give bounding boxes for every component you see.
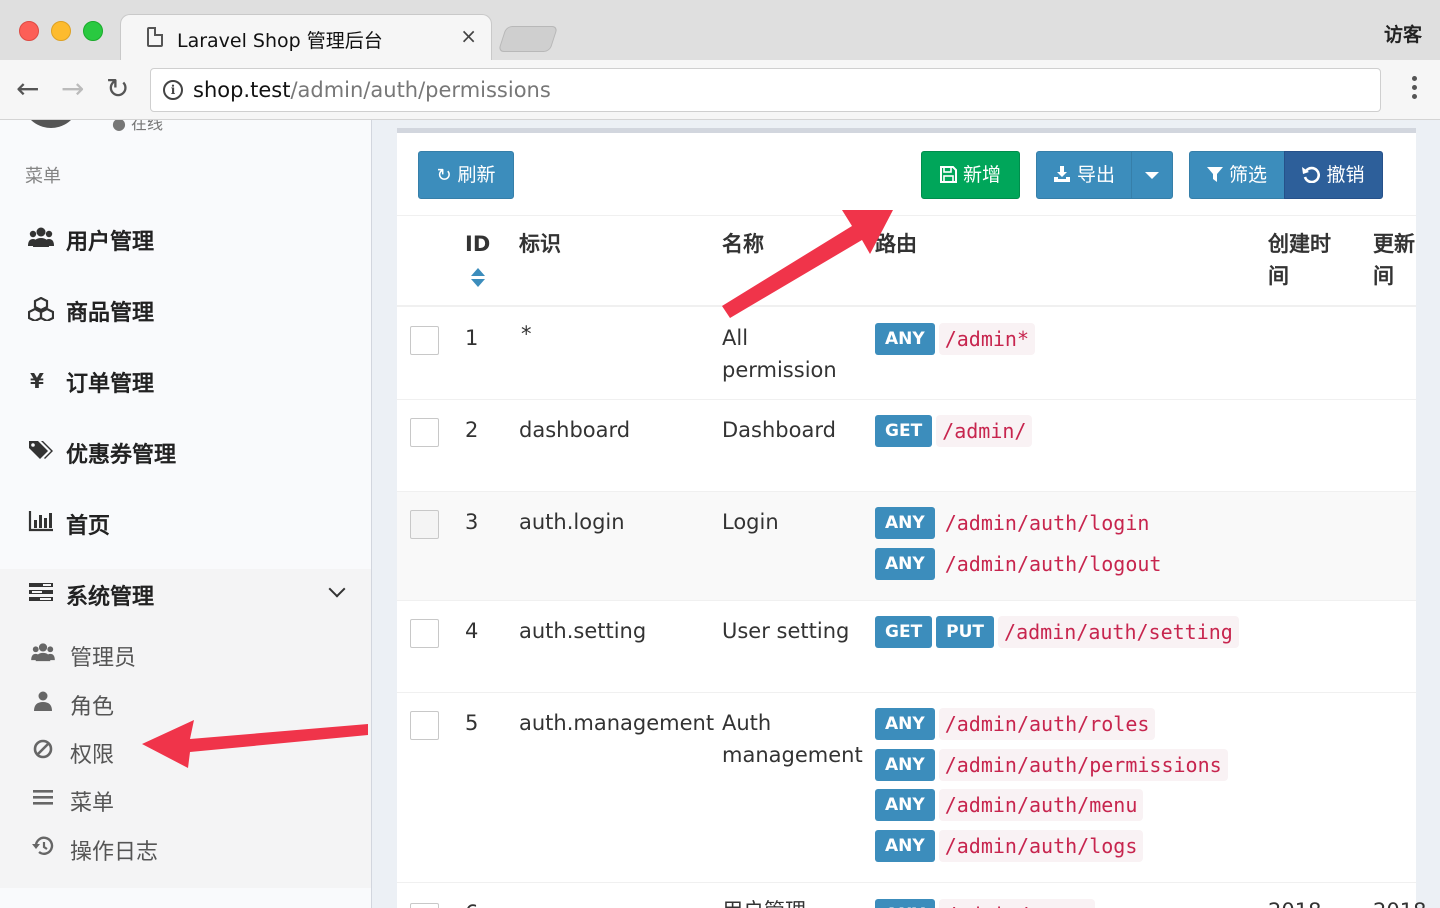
annotation-arrows [142, 210, 893, 768]
annotation-arrow-to-permissions [142, 720, 368, 768]
annotation-arrow-to-new-button [722, 210, 893, 318]
